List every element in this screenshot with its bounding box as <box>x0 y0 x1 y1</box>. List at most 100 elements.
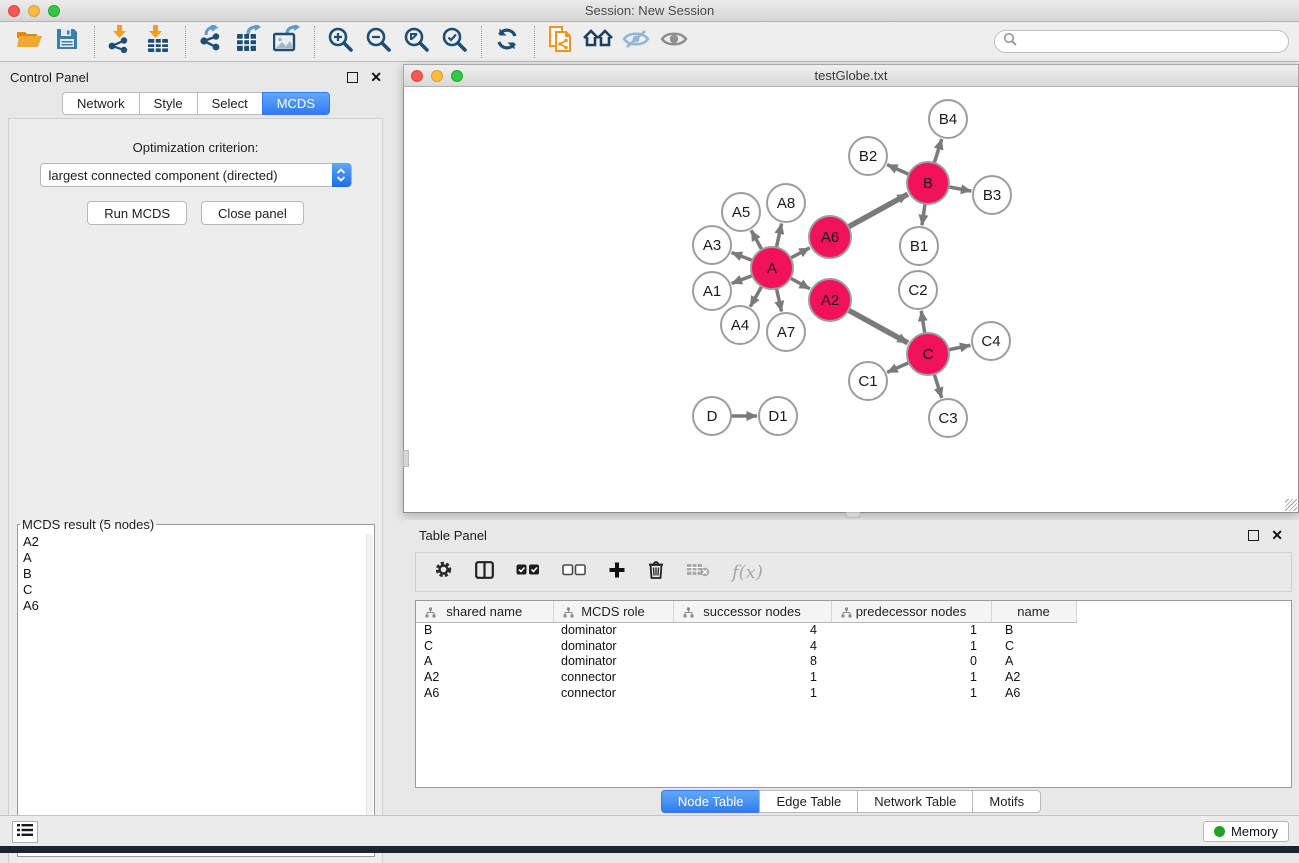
graph-node[interactable]: A3 <box>693 226 731 264</box>
col-shared-name[interactable]: shared name <box>416 601 553 622</box>
table-cell[interactable]: dominator <box>553 622 673 638</box>
float-table-panel-button[interactable] <box>1248 530 1259 541</box>
graph-node[interactable]: C2 <box>899 271 937 309</box>
col-mcds-role[interactable]: MCDS role <box>553 601 673 622</box>
table-row[interactable]: Cdominator41C <box>416 638 1292 654</box>
close-panel-icon[interactable]: ✕ <box>370 70 382 84</box>
deselect-all-button[interactable] <box>562 563 586 581</box>
zoom-in-button[interactable] <box>325 27 355 57</box>
search-input[interactable] <box>1022 34 1272 49</box>
import-table-button[interactable] <box>143 27 173 57</box>
col-successor-nodes[interactable]: successor nodes <box>673 601 831 622</box>
delete-column-button[interactable] <box>648 560 664 584</box>
tab-select[interactable]: Select <box>197 92 262 115</box>
table-cell[interactable]: connector <box>553 669 673 685</box>
select-all-button[interactable] <box>516 563 540 581</box>
table-row[interactable]: Bdominator41B <box>416 622 1292 638</box>
table-row[interactable]: Adominator80A <box>416 653 1292 669</box>
apply-layout-button[interactable] <box>492 27 522 57</box>
result-scrollbar[interactable] <box>366 534 373 850</box>
close-panel-button[interactable]: Close panel <box>201 201 304 225</box>
float-panel-button[interactable] <box>347 72 358 83</box>
show-task-history-button[interactable] <box>12 821 38 843</box>
network-canvas[interactable]: B4B2BB3A8A5A6A3B1AA1C2A2A4A7C4CC1DD1C3 <box>403 87 1299 513</box>
search-field[interactable] <box>994 30 1289 53</box>
show-column-button[interactable] <box>475 561 494 584</box>
table-cell[interactable]: A2 <box>416 669 553 685</box>
table-cell[interactable]: 1 <box>673 669 831 685</box>
table-cell[interactable]: B <box>416 622 553 638</box>
graph-node[interactable]: A1 <box>693 272 731 310</box>
col-predecessor-nodes[interactable]: predecessor nodes <box>831 601 991 622</box>
export-image-button[interactable] <box>272 27 302 57</box>
graph-node[interactable]: C4 <box>972 322 1010 360</box>
graph-node[interactable]: C1 <box>849 362 887 400</box>
table-cell[interactable]: 1 <box>673 685 831 701</box>
table-cell[interactable]: C <box>991 638 1076 654</box>
tab-motifs[interactable]: Motifs <box>972 790 1041 813</box>
result-item[interactable]: A6 <box>19 598 367 614</box>
table-cell[interactable]: A6 <box>416 685 553 701</box>
table-cell[interactable]: 1 <box>831 685 991 701</box>
graph-node[interactable]: B4 <box>929 100 967 138</box>
table-row[interactable]: A2connector11A2 <box>416 669 1292 685</box>
table-cell[interactable]: 0 <box>831 653 991 669</box>
table-cell[interactable]: 4 <box>673 622 831 638</box>
col-name[interactable]: name <box>991 601 1076 622</box>
table-cell[interactable]: connector <box>553 685 673 701</box>
table-cell[interactable]: 1 <box>831 669 991 685</box>
first-neighbors-button[interactable] <box>583 27 613 57</box>
tab-style[interactable]: Style <box>139 92 197 115</box>
tab-node-table[interactable]: Node Table <box>661 790 760 813</box>
export-network-button[interactable] <box>196 27 226 57</box>
table-cell[interactable]: C <box>416 638 553 654</box>
table-cell[interactable]: dominator <box>553 653 673 669</box>
new-network-from-selection-button[interactable] <box>545 27 575 57</box>
table-row[interactable]: A6connector11A6 <box>416 685 1292 701</box>
result-item[interactable]: A <box>19 550 367 566</box>
tab-edge-table[interactable]: Edge Table <box>759 790 857 813</box>
hide-selected-button[interactable] <box>621 27 651 57</box>
graph-node[interactable]: A2 <box>809 279 851 321</box>
zoom-fit-button[interactable] <box>401 27 431 57</box>
tab-network[interactable]: Network <box>62 92 139 115</box>
export-table-button[interactable] <box>234 27 264 57</box>
graph-node[interactable]: D <box>693 397 731 435</box>
graph-node[interactable]: C <box>907 333 949 375</box>
graph-node[interactable]: B2 <box>849 137 887 175</box>
memory-button[interactable]: Memory <box>1203 821 1289 842</box>
save-session-button[interactable] <box>52 27 82 57</box>
add-column-button[interactable] <box>608 561 626 584</box>
table-cell[interactable]: dominator <box>553 638 673 654</box>
graph-node[interactable]: B <box>907 162 949 204</box>
zoom-out-button[interactable] <box>363 27 393 57</box>
close-table-panel-icon[interactable]: ✕ <box>1271 528 1283 542</box>
tab-network-table[interactable]: Network Table <box>857 790 972 813</box>
horizontal-scroll-thumb[interactable] <box>846 512 860 518</box>
open-file-button[interactable] <box>14 27 44 57</box>
tab-mcds[interactable]: MCDS <box>262 92 330 115</box>
table-cell[interactable]: A <box>416 653 553 669</box>
optimization-criterion-select[interactable]: largest connected component (directed) <box>40 163 352 187</box>
table-cell[interactable]: B <box>991 622 1076 638</box>
table-settings-button[interactable] <box>434 560 453 584</box>
graph-node[interactable]: A6 <box>809 216 851 258</box>
resize-handle[interactable] <box>1285 499 1297 511</box>
table-cell[interactable]: 8 <box>673 653 831 669</box>
import-network-button[interactable] <box>105 27 135 57</box>
table-cell[interactable]: A6 <box>991 685 1076 701</box>
graph-node[interactable]: A8 <box>767 184 805 222</box>
network-graph[interactable]: B4B2BB3A8A5A6A3B1AA1C2A2A4A7C4CC1DD1C3 <box>404 87 1298 511</box>
table-cell[interactable]: A2 <box>991 669 1076 685</box>
graph-node[interactable]: A7 <box>767 313 805 351</box>
graph-node[interactable]: B3 <box>973 176 1011 214</box>
graph-node[interactable]: B1 <box>900 227 938 265</box>
graph-node[interactable]: A <box>751 247 793 289</box>
show-all-button[interactable] <box>659 27 689 57</box>
table-cell[interactable]: 4 <box>673 638 831 654</box>
graph-node[interactable]: A5 <box>722 193 760 231</box>
zoom-selected-button[interactable] <box>439 27 469 57</box>
table-cell[interactable]: 1 <box>831 638 991 654</box>
graph-node[interactable]: C3 <box>929 399 967 437</box>
result-item[interactable]: C <box>19 582 367 598</box>
